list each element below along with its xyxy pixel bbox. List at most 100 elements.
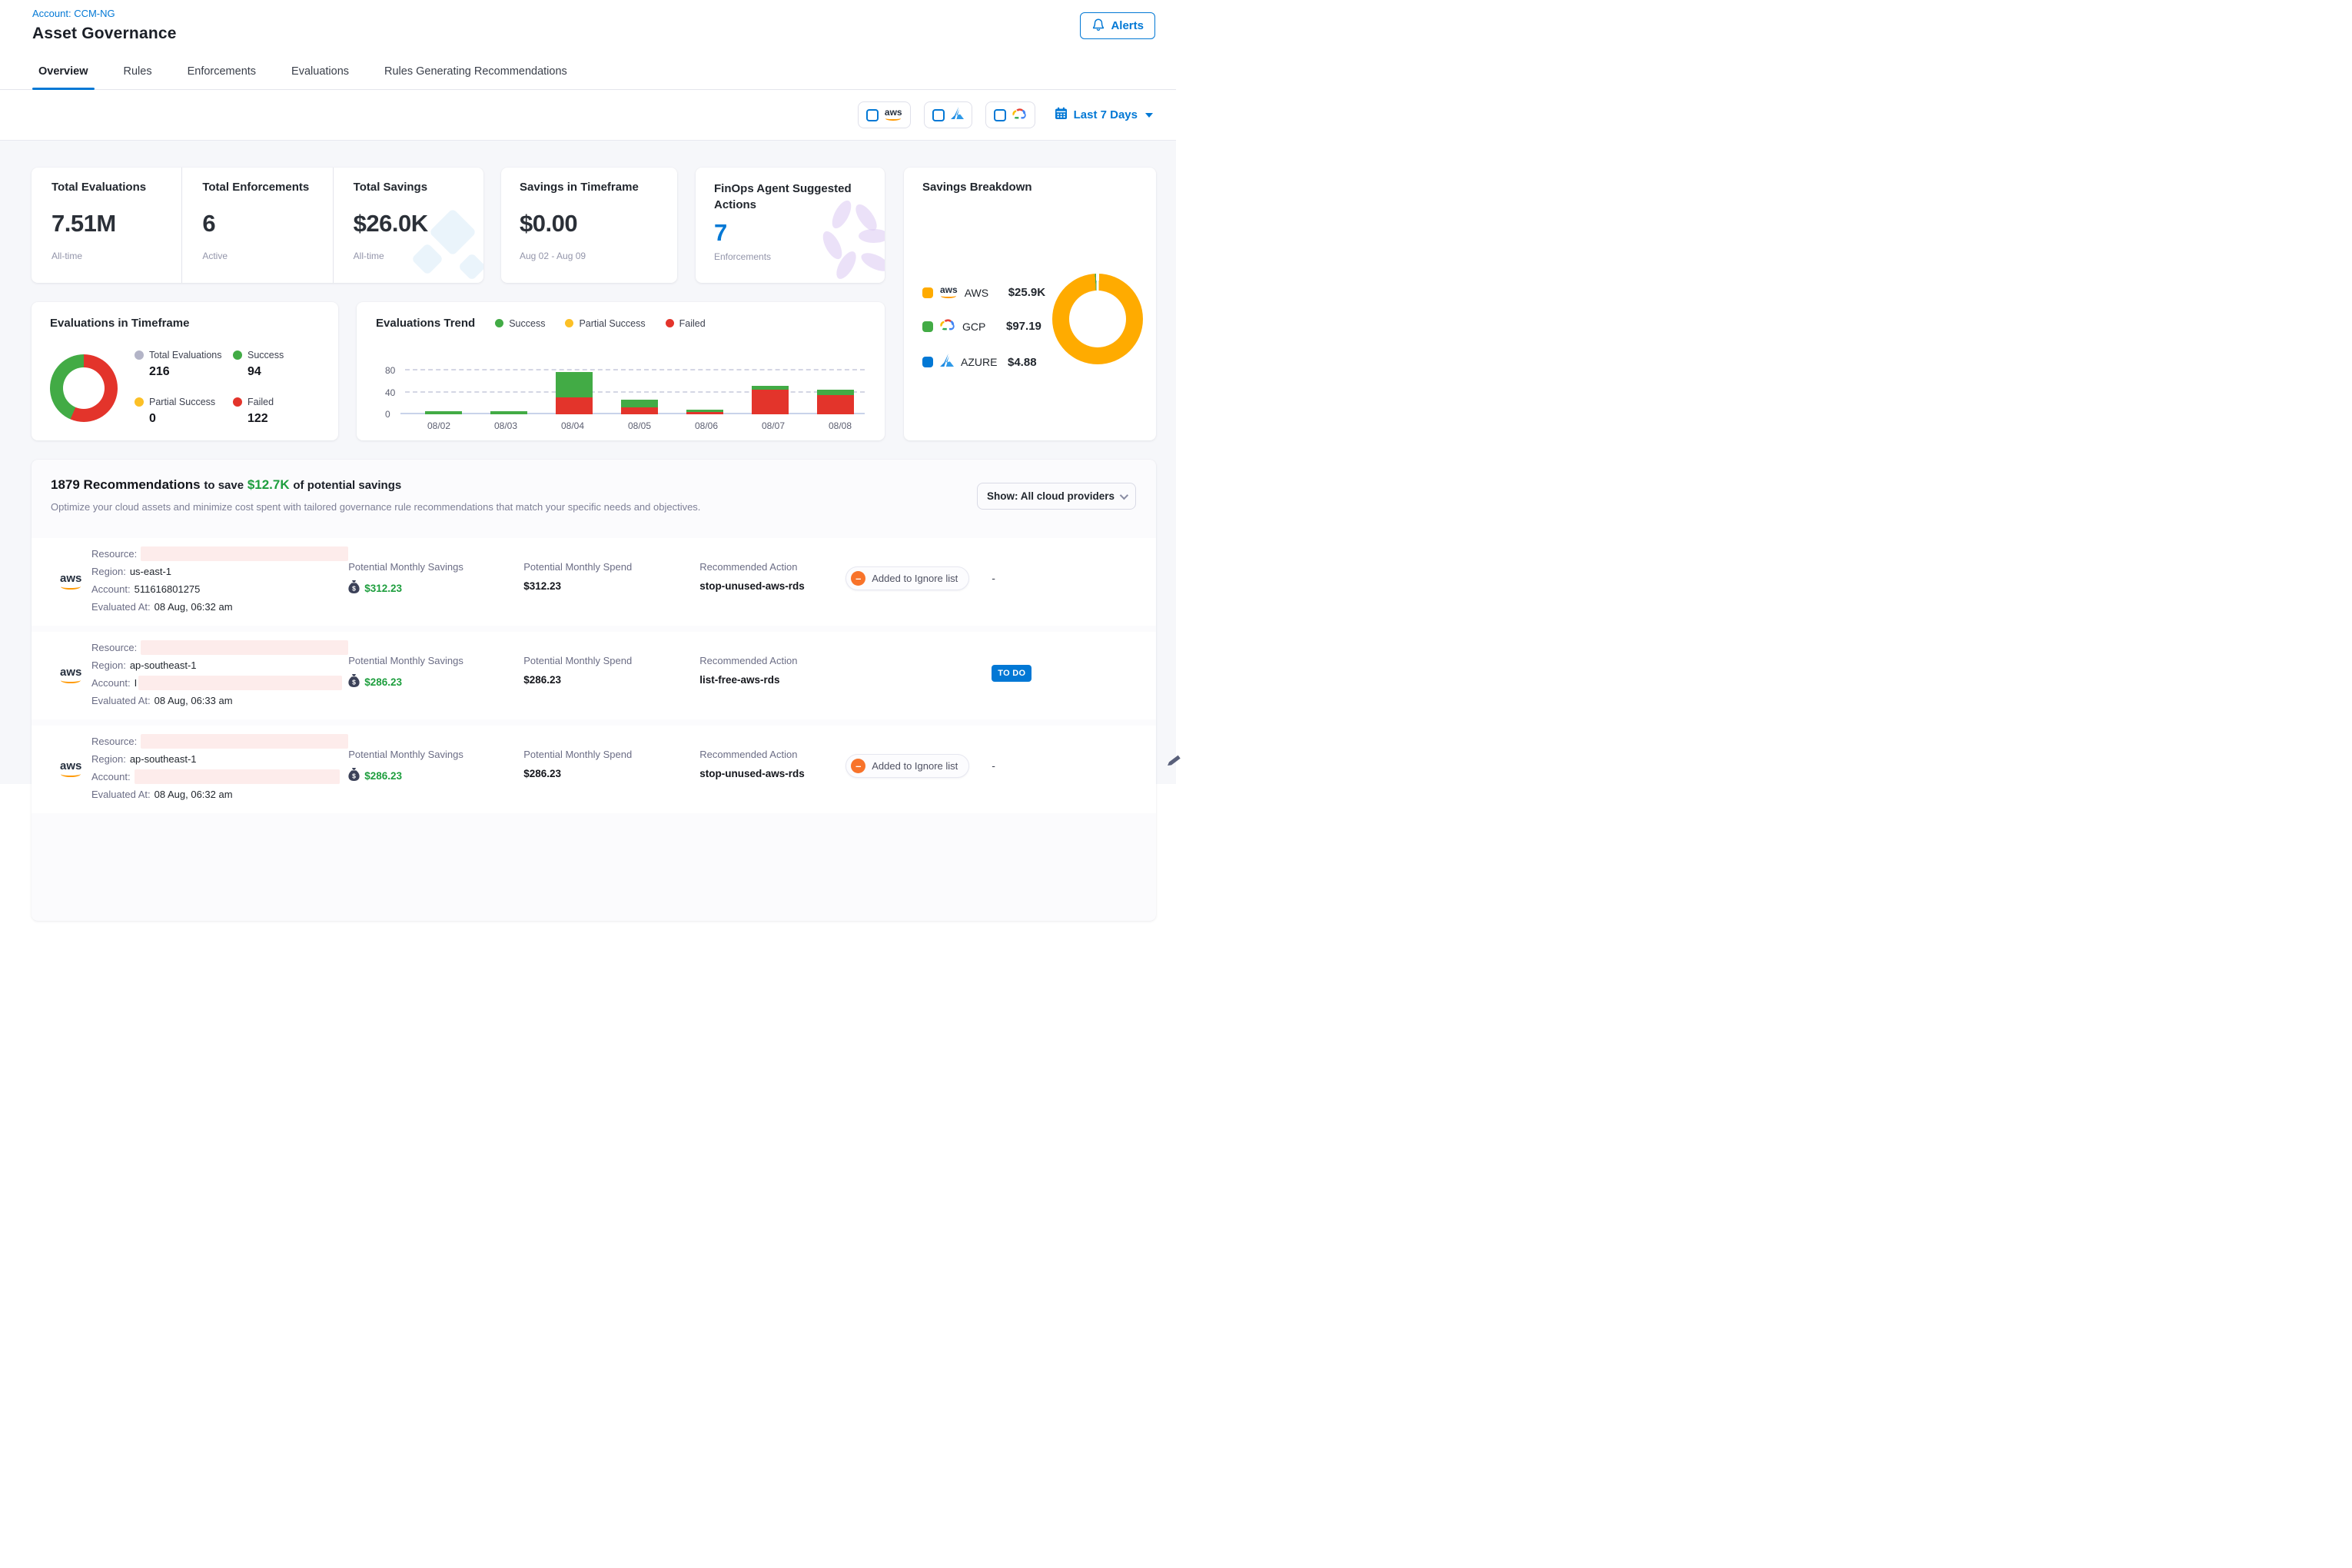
date-range-picker[interactable]: Last 7 Days — [1055, 107, 1153, 123]
provider-filter-azure[interactable] — [924, 101, 972, 128]
aws-color-swatch — [922, 287, 933, 298]
redacted-account — [138, 676, 342, 690]
tab-evaluations[interactable]: Evaluations — [291, 53, 349, 89]
trend-legend-partial: Partial Success — [565, 318, 645, 329]
money-bag-icon: $ — [348, 674, 360, 689]
svg-text:$: $ — [352, 772, 356, 779]
tab-bar: Overview Rules Enforcements Evaluations … — [0, 53, 1176, 90]
provider-filter-aws[interactable]: aws — [858, 101, 911, 128]
potential-savings-amount: $12.7K — [247, 477, 290, 492]
total-dot-icon — [135, 350, 144, 360]
azure-icon — [940, 354, 954, 370]
recommended-action: Recommended Action stop-unused-aws-rds — [699, 726, 845, 813]
gcp-checkbox[interactable] — [994, 109, 1006, 121]
card-title: Savings Breakdown — [922, 181, 1156, 194]
todo-badge[interactable]: TO DO — [992, 665, 1031, 682]
stat-caption: All-time — [51, 251, 181, 261]
azure-checkbox[interactable] — [932, 109, 945, 121]
aws-logo-icon: aws — [885, 109, 902, 121]
stat-value: $0.00 — [520, 210, 677, 238]
potential-monthly-spend: Potential Monthly Spend $286.23 — [523, 726, 699, 813]
recommendation-row[interactable]: aws Resource: Region:ap-southeast-1 Acco… — [32, 632, 1156, 719]
legend-success: Success 94 — [233, 350, 325, 379]
aws-logo-icon: aws — [60, 762, 81, 777]
gcp-icon — [1012, 107, 1027, 124]
resource-details: Resource: Region:ap-southeast-1 Account:… — [91, 632, 348, 719]
gcp-icon — [940, 317, 955, 335]
failed-dot-icon — [233, 397, 242, 407]
calendar-icon — [1055, 107, 1068, 123]
aws-logo-icon: aws — [940, 287, 958, 299]
stat-value: 6 — [202, 210, 332, 238]
stat-caption: Aug 02 - Aug 09 — [520, 251, 677, 261]
account-value: 511616801275 — [135, 583, 201, 595]
bar-segment-success — [817, 390, 854, 395]
resource-details: Resource: Region:us-east-1 Account:51161… — [91, 538, 348, 626]
recommendations-card: 1879 Recommendations to save $12.7K of p… — [32, 460, 1156, 921]
minus-circle-icon: – — [851, 759, 865, 773]
redacted-resource — [141, 640, 348, 655]
recommendations-header: 1879 Recommendations to save $12.7K of p… — [32, 460, 1156, 538]
bar-segment-failed — [556, 397, 593, 414]
card-title: Evaluations in Timeframe — [50, 317, 338, 330]
tab-enforcements[interactable]: Enforcements — [188, 53, 256, 89]
minus-circle-icon: – — [851, 571, 865, 586]
legend-partial-success: Partial Success 0 — [135, 397, 233, 426]
row-end-cell: TO DO — [992, 632, 1061, 719]
row-end-cell: - — [992, 726, 1061, 813]
status-cell — [845, 632, 992, 719]
x-tick: 08/04 — [550, 420, 596, 431]
trend-bar-08/04 — [556, 354, 593, 414]
show-cloud-providers-dropdown[interactable]: Show: All cloud providers — [977, 483, 1136, 510]
failed-dot-icon — [666, 319, 674, 327]
aws-checkbox[interactable] — [866, 109, 879, 121]
tab-overview[interactable]: Overview — [38, 53, 88, 89]
azure-icon — [951, 107, 964, 123]
redacted-resource — [141, 546, 348, 561]
bar-segment-failed — [817, 395, 854, 414]
x-tick: 08/05 — [616, 420, 663, 431]
provider-amount: $4.88 — [1008, 356, 1037, 369]
resource-details: Resource: Region:ap-southeast-1 Account:… — [91, 726, 348, 813]
potential-monthly-savings: Potential Monthly Savings $$286.23 — [348, 632, 523, 719]
region-value: ap-southeast-1 — [130, 659, 197, 671]
evaluated-at-value: 08 Aug, 06:32 am — [154, 601, 233, 613]
legend-total-evaluations: Total Evaluations 216 — [135, 350, 233, 379]
x-axis-labels: 08/0208/0308/0408/0508/0608/0708/08 — [414, 420, 865, 431]
account-breadcrumb[interactable]: Account: CCM-NG — [32, 8, 1155, 19]
stat-title: Total Enforcements — [202, 181, 332, 194]
success-dot-icon — [233, 350, 242, 360]
provider-name: GCP — [962, 321, 999, 333]
svg-text:$: $ — [352, 678, 356, 686]
evaluations-donut-chart — [50, 354, 118, 422]
potential-monthly-savings: Potential Monthly Savings $$286.23 — [348, 726, 523, 813]
alerts-button[interactable]: Alerts — [1080, 12, 1155, 39]
recommendation-row[interactable]: aws Resource: Region:us-east-1 Account:5… — [32, 538, 1156, 626]
provider-name: AZURE — [961, 356, 1001, 368]
tab-rules[interactable]: Rules — [124, 53, 152, 89]
redacted-account — [135, 769, 340, 784]
total-savings-stat: Total Savings $26.0K All-time — [333, 168, 483, 283]
potential-monthly-savings: Potential Monthly Savings $$312.23 — [348, 538, 523, 626]
stat-value: 7.51M — [51, 210, 181, 238]
y-tick: 40 — [385, 387, 395, 398]
caret-down-icon — [1145, 113, 1153, 118]
card-title: Evaluations Trend — [376, 317, 475, 330]
bar-segment-failed — [621, 407, 658, 414]
trend-legend-failed: Failed — [666, 318, 706, 329]
y-tick: 0 — [385, 409, 390, 420]
ignore-list-pill[interactable]: –Added to Ignore list — [845, 566, 969, 590]
evaluations-legend: Total Evaluations 216 Success 94 Partial… — [135, 350, 325, 426]
azure-color-swatch — [922, 357, 933, 367]
edit-pencil-icon[interactable] — [1164, 751, 1184, 774]
provider-filter-gcp[interactable] — [985, 101, 1035, 128]
recommendation-row[interactable]: aws Resource: Region:ap-southeast-1 Acco… — [32, 726, 1156, 813]
money-bag-icon: $ — [348, 580, 360, 596]
redacted-resource — [141, 734, 348, 749]
ignore-list-pill[interactable]: –Added to Ignore list — [845, 754, 969, 778]
x-tick: 08/07 — [750, 420, 796, 431]
trend-bar-08/06 — [686, 354, 723, 414]
tab-rules-generating-recommendations[interactable]: Rules Generating Recommendations — [384, 53, 567, 89]
trend-bar-08/08 — [817, 354, 854, 414]
trend-bar-08/05 — [621, 354, 658, 414]
